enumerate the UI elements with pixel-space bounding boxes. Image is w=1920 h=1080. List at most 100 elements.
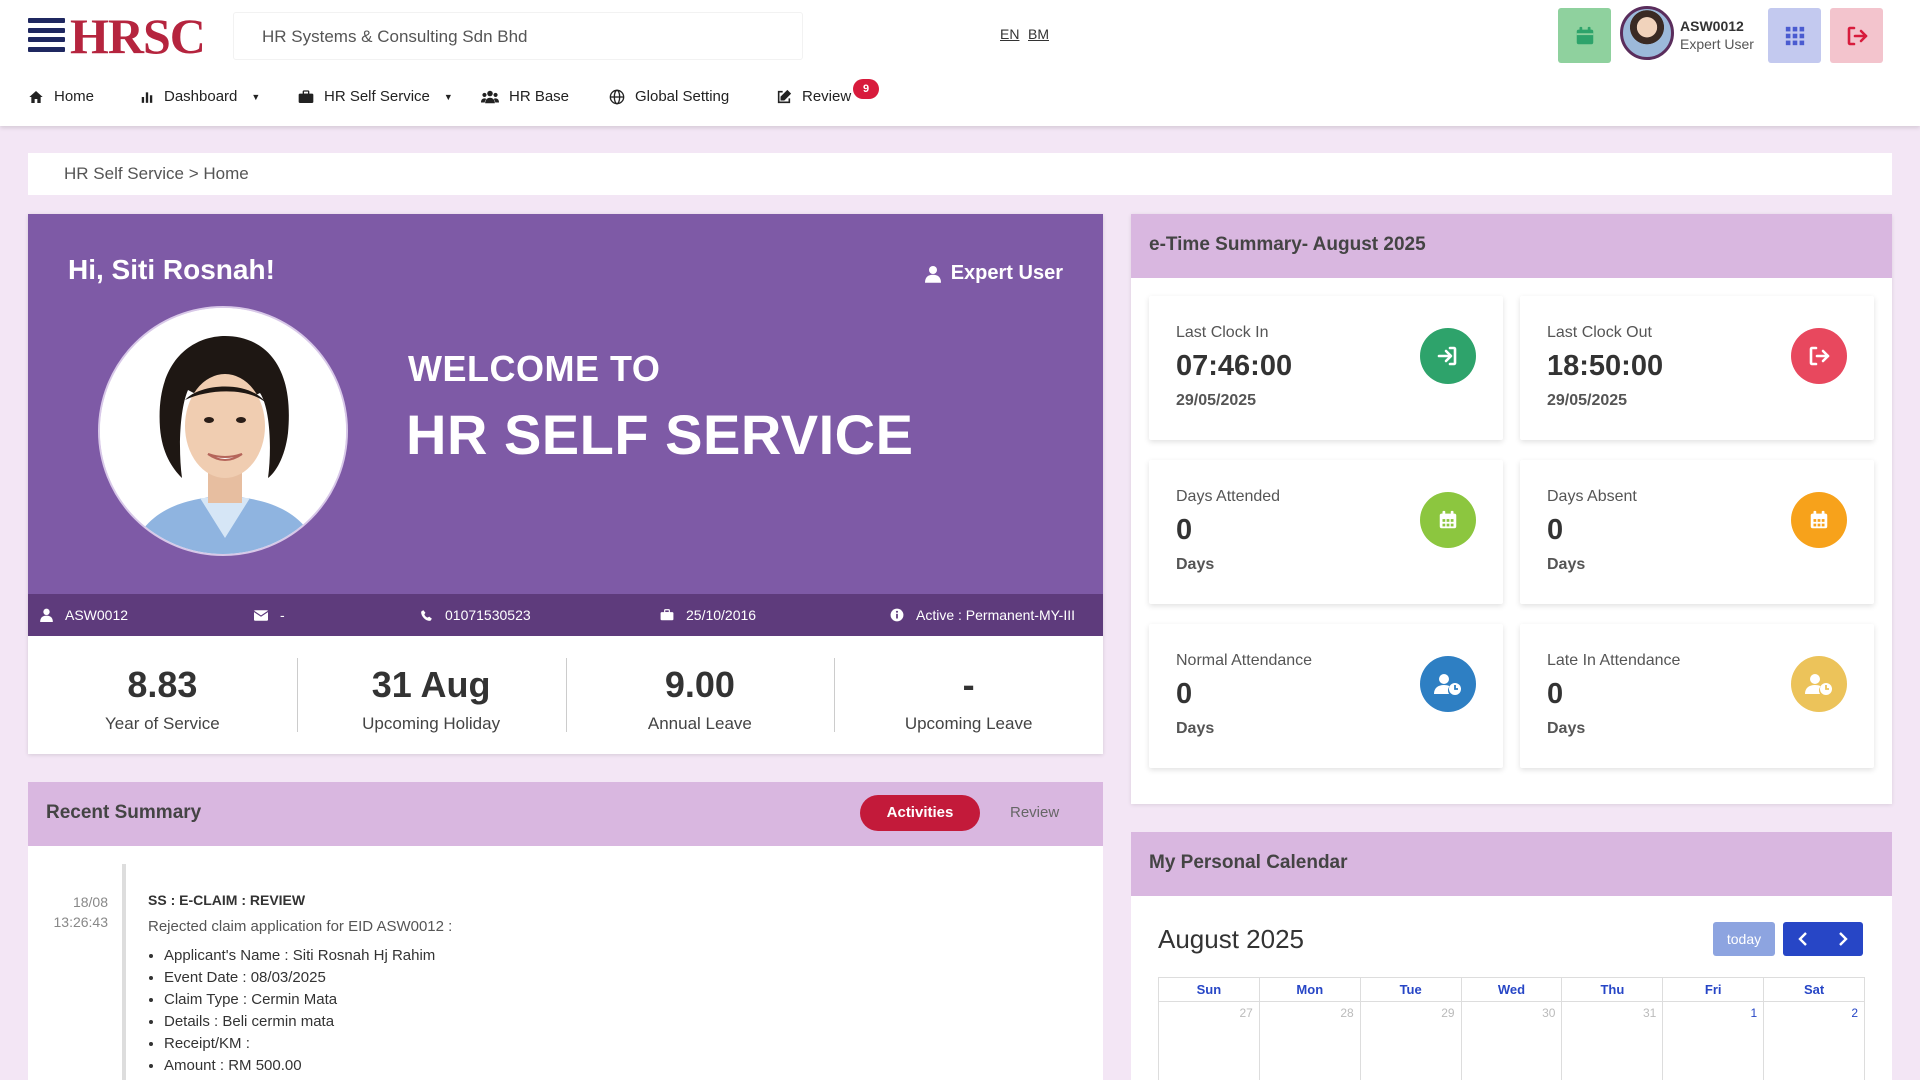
user-clock-icon: [1791, 656, 1847, 712]
profile-stats: 8.83 Year of Service 31 Aug Upcoming Hol…: [28, 636, 1103, 754]
user-icon: [924, 265, 941, 283]
nav-hr-self-service[interactable]: HR Self Service ▼: [298, 88, 453, 105]
timeline-entry-title: SS : E-CLAIM : REVIEW: [148, 892, 306, 908]
calendar-header: My Personal Calendar: [1131, 832, 1892, 896]
info-phone[interactable]: 01071530523: [420, 594, 531, 636]
breadcrumb: HR Self Service > Home: [28, 153, 1892, 195]
list-item: Event Date : 08/03/2025: [164, 967, 452, 989]
stat-year-of-service: 8.83 Year of Service: [105, 664, 220, 733]
profile-hero: Hi, Siti Rosnah! Expert User WELCOME TO …: [28, 214, 1103, 594]
user-icon: [40, 608, 53, 622]
user-avatar[interactable]: [1620, 6, 1674, 60]
calendar-day[interactable]: 29: [1361, 1002, 1462, 1080]
language-bm-link[interactable]: BM: [1028, 26, 1049, 42]
recent-summary-title: Recent Summary: [46, 802, 202, 823]
calendar-today-button[interactable]: today: [1713, 922, 1775, 956]
calendar-day[interactable]: 1: [1663, 1002, 1765, 1080]
home-icon: [29, 90, 43, 103]
timeline-entry-details: Applicant's Name : Siti Rosnah Hj Rahim …: [148, 945, 452, 1077]
weekday-sun: Sun: [1158, 978, 1260, 1002]
language-en-link[interactable]: EN: [1000, 26, 1019, 42]
weekday-sat: Sat: [1764, 978, 1866, 1002]
calendar-icon: [1420, 492, 1476, 548]
timeline-entry-desc: Rejected claim application for EID ASW00…: [148, 918, 453, 935]
nav-home[interactable]: Home: [28, 88, 94, 105]
calendar-month: August 2025: [1158, 924, 1305, 954]
personal-calendar-panel: My Personal Calendar August 2025 today S…: [1131, 832, 1892, 1080]
weekday-wed: Wed: [1461, 978, 1563, 1002]
calendar-title: My Personal Calendar: [1149, 852, 1348, 873]
welcome-line1: WELCOME TO: [408, 348, 661, 389]
stat-upcoming-holiday: 31 Aug Upcoming Holiday: [296, 636, 566, 754]
clock-in-icon: [1420, 328, 1476, 384]
timeline-entry: SS : E-CLAIM : REVIEW Rejected claim app…: [148, 892, 452, 1077]
calendar-day[interactable]: 27: [1158, 1002, 1260, 1080]
clock-out-icon: [1791, 328, 1847, 384]
tile-normal-attendance[interactable]: Normal Attendance 0 Days: [1149, 624, 1503, 768]
logout-button[interactable]: [1830, 8, 1883, 63]
company-name-field[interactable]: HR Systems & Consulting Sdn Bhd: [233, 12, 803, 60]
calendar-day[interactable]: 30: [1462, 1002, 1563, 1080]
calendar-prev-button[interactable]: [1783, 922, 1823, 956]
apps-button[interactable]: [1768, 8, 1821, 63]
tile-late-in-attendance[interactable]: Late In Attendance 0 Days: [1520, 624, 1874, 768]
tile-last-clock-out[interactable]: Last Clock Out 18:50:00 29/05/2025: [1520, 296, 1874, 440]
weekday-mon: Mon: [1259, 978, 1361, 1002]
profile-photo: [98, 306, 348, 556]
calendar-day[interactable]: 2: [1764, 1002, 1866, 1080]
tab-activities[interactable]: Activities: [860, 795, 980, 831]
info-icon: [890, 608, 904, 622]
stat-annual-leave: 9.00 Annual Leave: [565, 636, 835, 754]
company-logo[interactable]: HRSC: [70, 8, 206, 64]
user-clock-icon: [1420, 656, 1476, 712]
weekday-fri: Fri: [1663, 978, 1765, 1002]
chevron-down-icon: ▼: [251, 91, 261, 102]
chevron-right-icon: [1839, 932, 1848, 946]
nav-review[interactable]: Review: [776, 88, 851, 105]
tab-review[interactable]: Review: [1010, 795, 1103, 831]
list-item: Claim Type : Cermin Mata: [164, 989, 452, 1011]
bar-chart-icon: [141, 91, 153, 103]
weekday-tue: Tue: [1360, 978, 1462, 1002]
profile-info-strip: ASW0012 - 01071530523 25/10/2016 Active …: [28, 594, 1103, 636]
hamburger-menu-icon[interactable]: [28, 18, 65, 52]
calendar-next-button[interactable]: [1823, 922, 1863, 956]
tile-days-attended[interactable]: Days Attended 0 Days: [1149, 460, 1503, 604]
calendar-day[interactable]: 28: [1260, 1002, 1361, 1080]
info-employee-id: ASW0012: [40, 594, 128, 636]
nav-dashboard[interactable]: Dashboard ▼: [140, 88, 260, 105]
nav-global-setting[interactable]: Global Setting: [609, 88, 729, 105]
recent-summary-panel: Recent Summary Activities Review 18/08 1…: [28, 782, 1103, 1080]
info-email[interactable]: -: [254, 594, 285, 636]
tile-days-absent[interactable]: Days Absent 0 Days: [1520, 460, 1874, 604]
role-label: Expert User: [924, 262, 1063, 285]
edit-icon: [777, 89, 792, 103]
nav-hr-base[interactable]: HR Base: [481, 88, 569, 105]
timeline-line: [122, 864, 126, 1080]
phone-icon: [421, 609, 432, 621]
etime-summary-panel: e-Time Summary- August 2025 Last Clock I…: [1131, 214, 1892, 804]
etime-summary-title: e-Time Summary- August 2025: [1149, 234, 1426, 255]
calendar-grid: Sun Mon Tue Wed Thu Fri Sat 27 28 29 30 …: [1158, 977, 1866, 1080]
envelope-icon: [254, 609, 268, 621]
welcome-line2: HR SELF SERVICE: [406, 403, 914, 466]
review-count-badge: 9: [853, 79, 879, 99]
greeting: Hi, Siti Rosnah!: [68, 254, 275, 285]
logout-icon: [1847, 26, 1867, 45]
person-photo: [100, 308, 346, 554]
calendar-week-row: 27 28 29 30 31 1 2: [1158, 1002, 1866, 1080]
list-item: Details : Beli cermin mata: [164, 1011, 452, 1033]
top-header: HRSC HR Systems & Consulting Sdn Bhd EN …: [0, 0, 1920, 126]
calendar-icon: [1791, 492, 1847, 548]
weekday-thu: Thu: [1562, 978, 1664, 1002]
calendar-day[interactable]: 31: [1562, 1002, 1664, 1080]
chevron-left-icon: [1798, 932, 1807, 946]
tile-last-clock-in[interactable]: Last Clock In 07:46:00 29/05/2025: [1149, 296, 1503, 440]
info-status: Active : Permanent-MY-III: [890, 594, 1075, 636]
chevron-down-icon: ▼: [443, 91, 453, 102]
calendar-button[interactable]: [1558, 8, 1611, 63]
list-item: Amount : RM 500.00: [164, 1055, 452, 1077]
user-role: Expert User: [1680, 36, 1754, 52]
user-code: ASW0012: [1680, 18, 1744, 34]
profile-card: Hi, Siti Rosnah! Expert User WELCOME TO …: [28, 214, 1103, 754]
